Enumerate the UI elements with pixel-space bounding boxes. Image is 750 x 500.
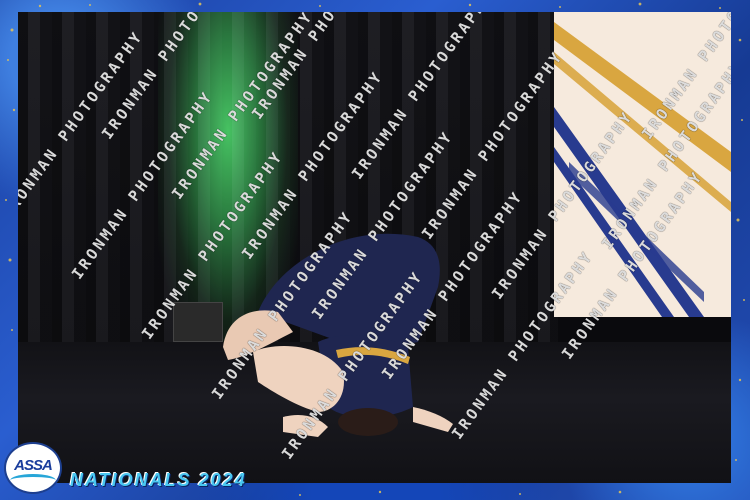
photo: IRONMAN PHOTOGRAPHY IRONMAN PHOTOGRAPHY … — [18, 12, 731, 483]
logo-text: ASSA — [14, 457, 53, 474]
logo-swoosh — [10, 474, 56, 487]
gymnast — [223, 233, 453, 437]
event-caption: NATIONALS 2024 — [70, 470, 247, 490]
assa-logo: ASSA — [6, 444, 60, 492]
